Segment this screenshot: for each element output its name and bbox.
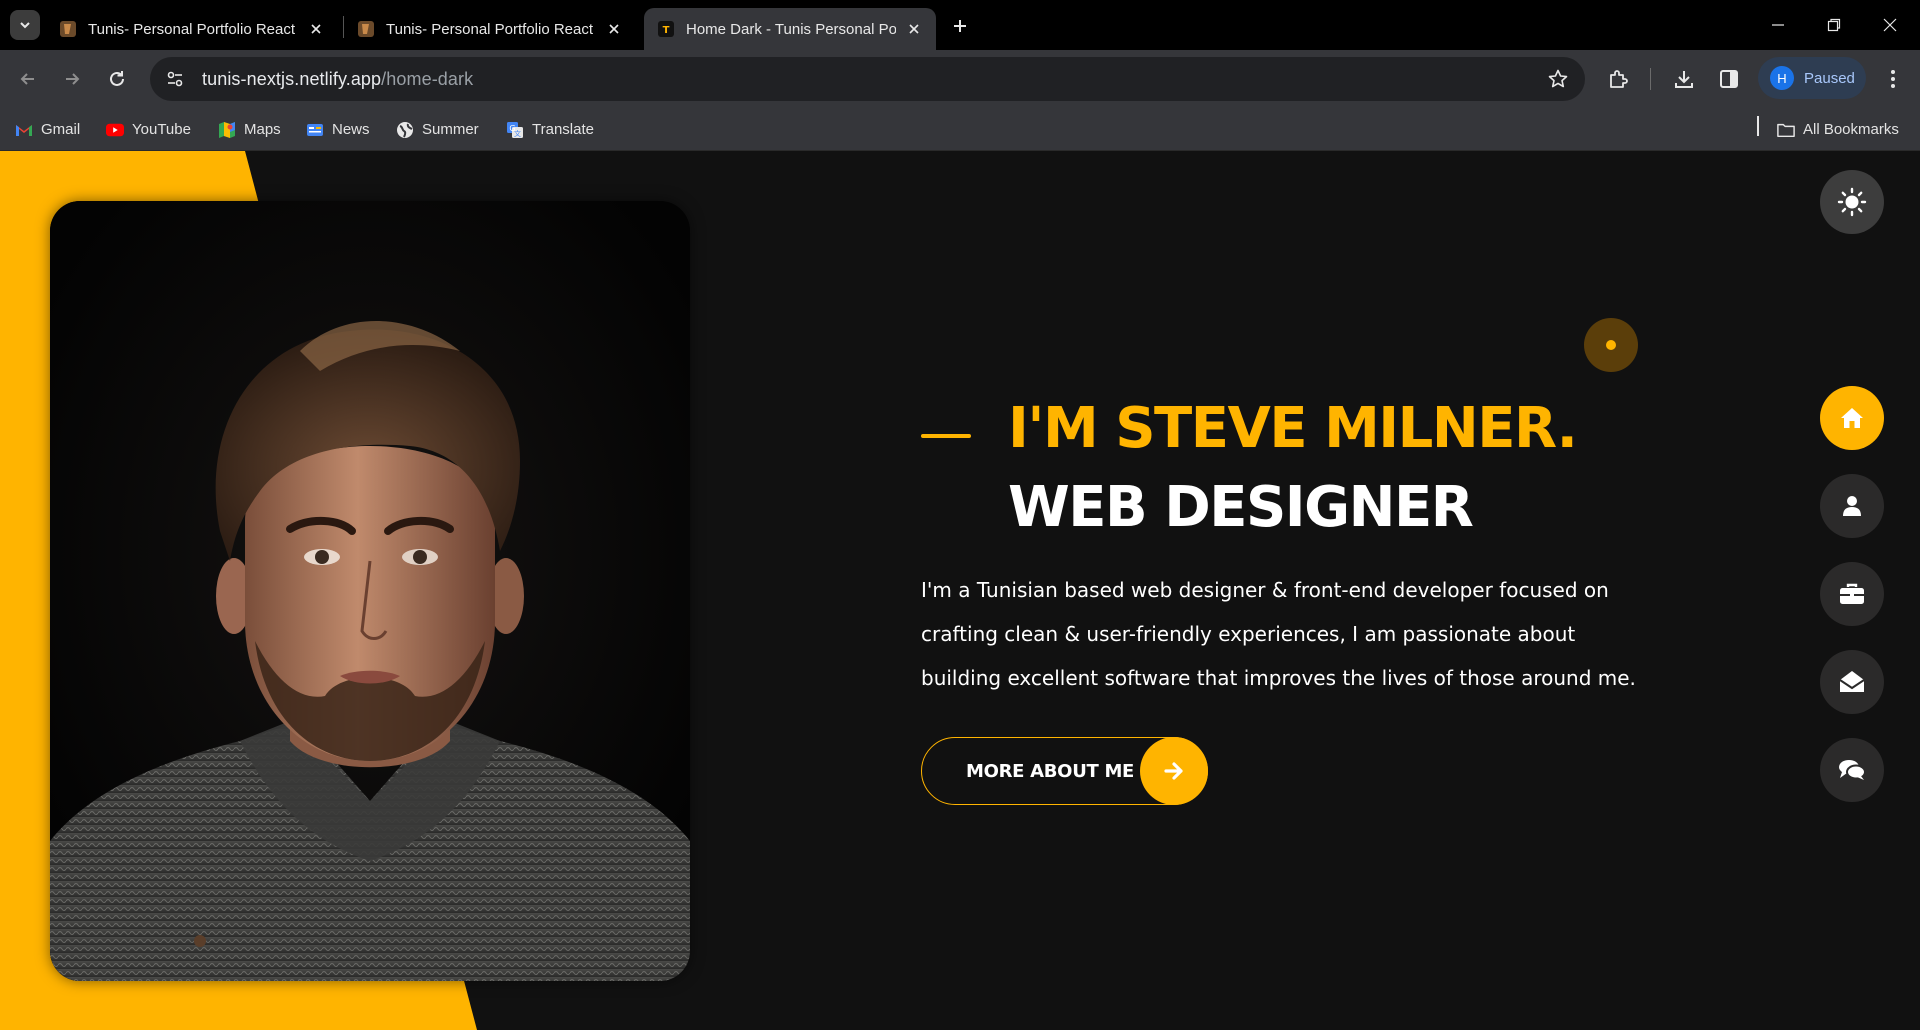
tunis-favicon-icon — [60, 21, 76, 37]
bookmark-label: Translate — [532, 121, 594, 138]
gmail-icon — [15, 121, 33, 139]
minimize-button[interactable] — [1750, 0, 1806, 50]
toolbar-divider — [1650, 68, 1651, 90]
bookmark-label: Summer — [422, 121, 479, 138]
comments-icon — [1839, 760, 1866, 780]
hero-description: I'm a Tunisian based web designer & fron… — [921, 578, 1636, 690]
bookmarks-bar: Gmail YouTube Maps News Summer G文 Transl… — [0, 108, 1920, 151]
folder-icon — [1777, 121, 1795, 139]
arrow-right-icon — [66, 73, 80, 85]
profile-status: Paused — [1804, 69, 1855, 87]
home-icon — [1841, 408, 1863, 428]
sun-icon — [1837, 187, 1867, 217]
profile-photo — [50, 201, 690, 981]
more-about-me-button[interactable]: MORE ABOUT ME — [921, 737, 1208, 805]
bookmark-maps[interactable]: Maps — [218, 108, 281, 151]
forward-button[interactable] — [55, 62, 89, 96]
maps-icon — [218, 121, 236, 139]
url-host: tunis-nextjs.netlify.app — [202, 68, 382, 89]
downloads-button[interactable] — [1671, 66, 1697, 92]
svg-text:文: 文 — [514, 129, 521, 138]
page-content: I'M STEVE MILNER. WEB DESIGNER I'm a Tun… — [0, 151, 1920, 1030]
portrait-image — [50, 201, 690, 981]
close-window-button[interactable] — [1862, 0, 1918, 50]
globe-icon — [396, 121, 414, 139]
bookmark-youtube[interactable]: YouTube — [106, 108, 191, 151]
arrow-left-icon — [20, 73, 34, 85]
reload-button[interactable] — [100, 62, 134, 96]
restore-icon — [1827, 18, 1841, 32]
hero-role: WEB DESIGNER — [1008, 475, 1474, 540]
decorative-dot — [1584, 318, 1638, 372]
bookmark-label: Gmail — [41, 121, 81, 138]
bookmark-translate[interactable]: G文 Translate — [506, 108, 594, 151]
tunis-favicon-icon: T — [658, 21, 674, 37]
new-tab-button[interactable] — [946, 12, 974, 40]
user-icon — [1843, 496, 1861, 516]
more-vertical-icon — [1891, 70, 1895, 88]
browser-menu-button[interactable] — [1880, 66, 1906, 92]
bookmark-gmail[interactable]: Gmail — [15, 108, 80, 151]
browser-tab-bar: Tunis- Personal Portfolio React Tunis- P… — [0, 0, 1920, 50]
avatar: H — [1770, 66, 1794, 90]
extensions-button[interactable] — [1605, 66, 1631, 92]
nav-about-button[interactable] — [1820, 474, 1884, 538]
tab-search-button[interactable] — [10, 10, 40, 40]
site-info-icon[interactable] — [164, 68, 186, 90]
reload-icon — [110, 71, 124, 86]
profile-button[interactable]: H Paused — [1758, 57, 1866, 99]
browser-tab[interactable]: Tunis- Personal Portfolio React — [46, 8, 338, 50]
puzzle-icon — [1610, 70, 1628, 88]
chevron-down-icon — [20, 22, 30, 29]
close-icon — [1883, 18, 1897, 32]
nav-home-button[interactable] — [1820, 386, 1884, 450]
bookmark-label: YouTube — [132, 121, 191, 138]
close-tab-icon[interactable] — [308, 21, 324, 37]
nav-blog-button[interactable] — [1820, 738, 1884, 802]
briefcase-icon — [1840, 583, 1864, 604]
plus-icon — [954, 20, 966, 32]
download-icon — [1675, 71, 1693, 88]
tab-title: Tunis- Personal Portfolio React — [386, 20, 594, 38]
url-path: /home-dark — [381, 68, 474, 89]
close-tab-icon[interactable] — [906, 21, 922, 37]
bookmark-label: News — [332, 121, 370, 138]
bookmark-summer[interactable]: Summer — [396, 108, 479, 151]
bookmark-news[interactable]: News — [306, 108, 370, 151]
cta-label: MORE ABOUT ME — [966, 760, 1135, 782]
hero-name: I'M STEVE MILNER. — [1008, 396, 1578, 461]
bookmark-star-icon[interactable] — [1547, 68, 1569, 90]
address-bar[interactable]: tunis-nextjs.netlify.app/home-dark — [150, 57, 1585, 101]
all-bookmarks-button[interactable]: All Bookmarks — [1777, 108, 1899, 151]
translate-icon: G文 — [506, 121, 524, 139]
nav-portfolio-button[interactable] — [1820, 562, 1884, 626]
svg-text:T: T — [663, 25, 670, 36]
browser-tab[interactable]: Tunis- Personal Portfolio React — [344, 8, 636, 50]
all-bookmarks-label: All Bookmarks — [1803, 121, 1899, 138]
arrow-right-icon — [1140, 737, 1208, 805]
restore-button[interactable] — [1806, 0, 1862, 50]
tab-title: Home Dark - Tunis Personal Por — [686, 20, 896, 38]
news-icon — [306, 121, 324, 139]
nav-contact-button[interactable] — [1820, 650, 1884, 714]
side-navigation — [1820, 386, 1884, 826]
minimize-icon — [1772, 24, 1784, 26]
browser-tab-active[interactable]: T Home Dark - Tunis Personal Por — [644, 8, 936, 50]
youtube-icon — [106, 121, 124, 139]
bookmarks-divider — [1757, 116, 1759, 136]
close-tab-icon[interactable] — [606, 21, 622, 37]
tunis-favicon-icon — [358, 21, 374, 37]
browser-toolbar: tunis-nextjs.netlify.app/home-dark H Pau… — [0, 50, 1920, 108]
tab-title: Tunis- Personal Portfolio React — [88, 20, 296, 38]
side-panel-button[interactable] — [1716, 66, 1742, 92]
back-button[interactable] — [11, 62, 45, 96]
bookmark-label: Maps — [244, 121, 281, 138]
title-accent-line — [921, 434, 971, 438]
url-text[interactable]: tunis-nextjs.netlify.app/home-dark — [202, 69, 473, 90]
envelope-open-icon — [1839, 671, 1865, 692]
side-panel-icon — [1720, 70, 1738, 88]
theme-toggle-button[interactable] — [1820, 170, 1884, 234]
